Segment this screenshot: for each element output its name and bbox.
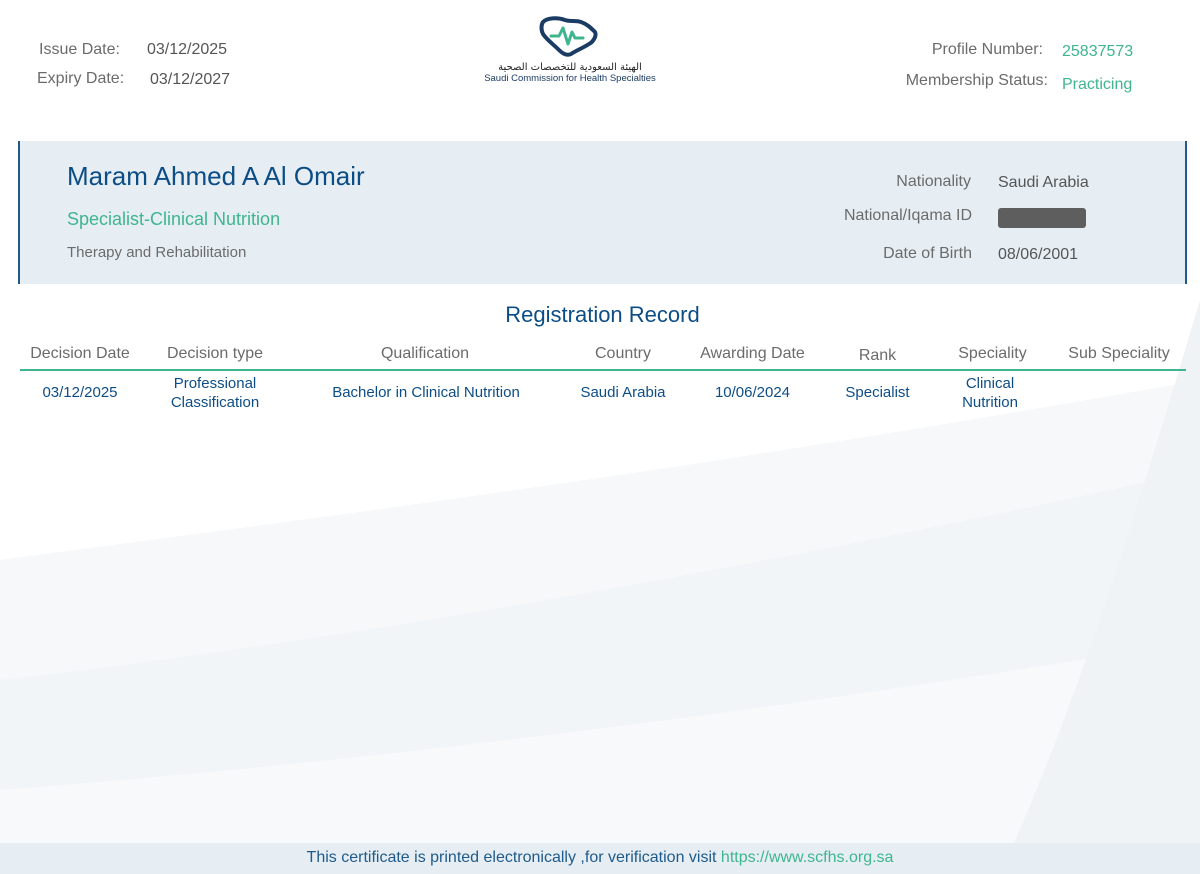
col-country: Country [594, 345, 652, 362]
background-waves [0, 300, 1200, 874]
issue-date-value: 03/12/2025 [147, 41, 228, 58]
scfhs-logo: الهيئة السعودية للتخصصات الصحية Saudi Co… [470, 14, 670, 100]
col-speciality: Speciality [958, 345, 1027, 362]
footer-bar: This certificate is printed electronical… [0, 843, 1200, 874]
cell-qualification: Bachelor in Clinical Nutrition [332, 384, 520, 401]
cell-decision-type-line2: Classification [170, 394, 260, 411]
col-decision-type: Decision type [166, 345, 264, 362]
logo-english-text: Saudi Commission for Health Specialties [484, 73, 656, 84]
national-id-label: National/Iqama ID [843, 207, 972, 224]
cell-decision-date: 03/12/2025 [42, 384, 118, 401]
col-decision-date: Decision Date [30, 345, 130, 362]
cell-speciality-line2: Nutrition [962, 394, 1018, 411]
cell-speciality: Clinical Nutrition [940, 374, 1040, 412]
membership-status-label: Membership Status: [905, 72, 1048, 89]
membership-status-value: Practicing [1062, 76, 1133, 93]
profile-number-value: 25837573 [1062, 43, 1134, 60]
national-id-redacted [998, 208, 1086, 228]
logo-arabic-text: الهيئة السعودية للتخصصات الصحية [498, 62, 642, 73]
date-of-birth-value: 08/06/2001 [998, 246, 1079, 263]
col-sub-speciality: Sub Speciality [1068, 345, 1170, 362]
map-heartbeat-icon [539, 16, 598, 57]
person-name: Maram Ahmed A Al Omair [67, 161, 365, 191]
nationality-label: Nationality [896, 173, 971, 190]
cell-awarding-date: 10/06/2024 [714, 384, 791, 401]
registration-record-title: Registration Record [505, 302, 700, 327]
cell-decision-type: Professional Classification [150, 374, 280, 412]
cell-speciality-line1: Clinical [965, 375, 1015, 392]
person-department: Therapy and Rehabilitation [67, 244, 247, 261]
person-title: Specialist-Clinical Nutrition [67, 209, 281, 229]
cell-rank: Specialist [845, 384, 910, 401]
expiry-date-value: 03/12/2027 [150, 71, 231, 88]
issue-date-label: Issue Date: [39, 41, 120, 58]
nationality-value: Saudi Arabia [998, 174, 1089, 191]
col-awarding-date: Awarding Date [700, 345, 805, 362]
verification-link[interactable]: https://www.scfhs.org.sa [721, 849, 894, 866]
cell-decision-type-line1: Professional [173, 375, 257, 392]
col-qualification: Qualification [380, 345, 470, 362]
cell-country: Saudi Arabia [580, 384, 666, 401]
date-of-birth-label: Date of Birth [883, 245, 972, 262]
col-rank: Rank [858, 347, 897, 364]
table-header-divider [20, 369, 1186, 371]
profile-number-label: Profile Number: [931, 41, 1043, 58]
expiry-date-label: Expiry Date: [37, 70, 125, 87]
footer-text: This certificate is printed electronical… [306, 849, 717, 866]
